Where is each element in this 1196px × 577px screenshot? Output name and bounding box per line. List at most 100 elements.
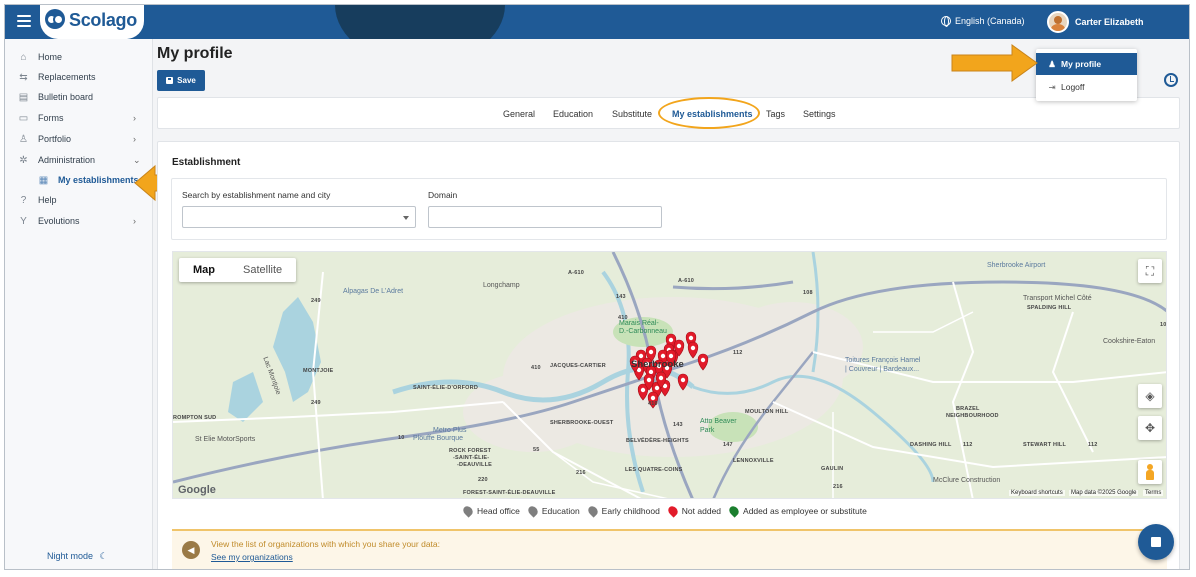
map-label: STEWART HILL [1023, 442, 1067, 448]
map-label: SHERBROOKE-OUEST [550, 420, 614, 426]
sidebar-item-replacements[interactable]: ⇆ Replacements [5, 68, 153, 86]
fullscreen-icon[interactable]: ⛶ [1138, 259, 1162, 283]
annotation-arrow-profile [951, 44, 1038, 82]
pin-center [646, 377, 652, 383]
app-frame: Scolago English (Canada) Carter Elizabet… [4, 4, 1190, 570]
map-label: BRAZEL [956, 406, 980, 412]
terms-link[interactable]: Terms [1143, 490, 1164, 496]
road-shield: 216 [833, 484, 843, 490]
map-label: Longchamp [483, 282, 520, 289]
language-selector[interactable]: English (Canada) [941, 16, 1025, 27]
tab-education[interactable]: Education [553, 109, 593, 119]
legend-label: Early childhood [601, 506, 660, 516]
building-icon: ▦ [38, 174, 49, 186]
sidebar: ⌂ Home ⇆ Replacements ▤ Bulletin board ▭… [5, 39, 153, 569]
tab-settings[interactable]: Settings [803, 109, 836, 119]
user-name: Carter Elizabeth [1075, 17, 1144, 27]
map-label: LENNOXVILLE [733, 458, 774, 464]
map-label: LES QUATRE-COINS [625, 467, 683, 473]
evolutions-icon: Y [20, 215, 27, 227]
megaphone-icon: ◀ [182, 541, 200, 559]
map-label: GAULIN [821, 466, 844, 472]
map-label: Atto Beaver [700, 418, 737, 425]
tab-substitute[interactable]: Substitute [612, 109, 652, 119]
menu-item-logoff[interactable]: ⇥ Logoff [1036, 76, 1137, 98]
pin-center [660, 353, 666, 359]
tab-tags[interactable]: Tags [766, 109, 785, 119]
map-label: Alpagas De L'Adret [343, 288, 404, 295]
map-label: McClure Construction [933, 477, 1001, 484]
header-decoration [335, 5, 505, 39]
sidebar-item-label: Portfolio [38, 134, 72, 144]
sidebar-item-evolutions[interactable]: Y Evolutions › [5, 212, 153, 230]
sidebar-item-help[interactable]: ? Help [5, 191, 153, 209]
legend-label: Added as employee or substitute [743, 506, 867, 516]
pin-center [676, 343, 682, 349]
sidebar-item-forms[interactable]: ▭ Forms › [5, 109, 153, 127]
map-label: ROMPTON SUD [173, 415, 217, 421]
map-label: SPALDING HILL [1027, 305, 1072, 311]
map-label: FOREST-SAINT-ÉLIE-DEAUVILLE [463, 490, 556, 496]
my-location-icon[interactable]: ◈ [1138, 384, 1162, 408]
save-button[interactable]: Save [157, 70, 205, 91]
map-label: Transport Michel Côté [1023, 295, 1092, 302]
map-label: -SAINT-ÉLIE- [453, 455, 490, 461]
map-type-satellite-button[interactable]: Satellite [229, 258, 296, 282]
menu-item-label: My profile [1061, 59, 1102, 69]
pin-gray-icon [461, 504, 475, 518]
map-type-map-button[interactable]: Map [179, 258, 229, 282]
map-label: D.-Carbonneau [619, 328, 667, 335]
menu-item-my-profile[interactable]: ♟ My profile [1036, 53, 1137, 75]
keyboard-shortcuts-link[interactable]: Keyboard shortcuts [1009, 490, 1065, 496]
chevron-right-icon: › [133, 134, 136, 144]
map[interactable]: Longchamp Alpagas De L'Adret Marais Réal… [172, 251, 1167, 499]
sidebar-item-label: Help [38, 195, 57, 205]
road-shield: 55 [533, 447, 540, 453]
search-label: Search by establishment name and city [182, 190, 331, 200]
road-shield: 410 [648, 401, 658, 407]
domain-input[interactable] [428, 206, 662, 228]
sidebar-item-bulletin-board[interactable]: ▤ Bulletin board [5, 88, 153, 106]
floating-save-button[interactable] [1138, 524, 1174, 560]
user-menu-button[interactable]: Carter Elizabeth [1047, 11, 1144, 33]
sidebar-item-my-establishments[interactable]: ▦ My establishments [5, 171, 153, 189]
sidebar-item-label: Evolutions [38, 216, 80, 226]
sidebar-item-portfolio[interactable]: ♙ Portfolio › [5, 130, 153, 148]
sidebar-item-home[interactable]: ⌂ Home [5, 48, 153, 66]
map-type-control: Map Satellite [179, 258, 297, 282]
sidebar-item-label: Administration [38, 155, 96, 165]
legend-label: Education [541, 506, 580, 516]
bulletin-icon: ▤ [18, 91, 29, 103]
sidebar-item-administration[interactable]: ✲ Administration ⌄ [5, 151, 153, 169]
road-shield: 143 [616, 294, 626, 300]
camera-control-icon[interactable]: ✥ [1138, 416, 1162, 440]
map-legend: Head office Education Early childhood No… [461, 504, 867, 518]
map-label: BELVÉDÈRE-HEIGHTS [626, 438, 689, 444]
street-view-pegman-icon[interactable] [1138, 460, 1162, 484]
pin-center [648, 349, 654, 355]
sidebar-item-label: Bulletin board [38, 92, 94, 102]
info-banner [172, 529, 1167, 569]
menu-icon[interactable] [17, 15, 31, 27]
map-canvas [173, 252, 1166, 498]
pin-center [650, 395, 656, 401]
pin-green-icon [727, 504, 741, 518]
logo[interactable]: Scolago [40, 5, 144, 39]
legend-label: Not added [681, 506, 722, 516]
see-my-organizations-link[interactable]: See my organizations [211, 552, 293, 562]
user-dropdown-menu: ♟ My profile ⇥ Logoff [1036, 49, 1137, 101]
language-label: English (Canada) [955, 16, 1025, 26]
tab-general[interactable]: General [503, 109, 535, 119]
pin-center [700, 357, 706, 363]
globe-icon [941, 16, 951, 27]
road-shield: 216 [576, 470, 586, 476]
chevron-right-icon: › [133, 113, 136, 123]
map-label: DASHING HILL [910, 442, 952, 448]
map-label: | Couvreur | Bardeaux... [845, 366, 920, 373]
establishment-search-select[interactable] [182, 206, 416, 228]
sidebar-item-label: Forms [38, 113, 64, 123]
history-icon[interactable] [1164, 73, 1178, 87]
night-mode-toggle[interactable]: Night mode ☾ [47, 551, 108, 562]
map-label: Metro Plus [433, 427, 467, 434]
road-shield: 108 [803, 290, 813, 296]
